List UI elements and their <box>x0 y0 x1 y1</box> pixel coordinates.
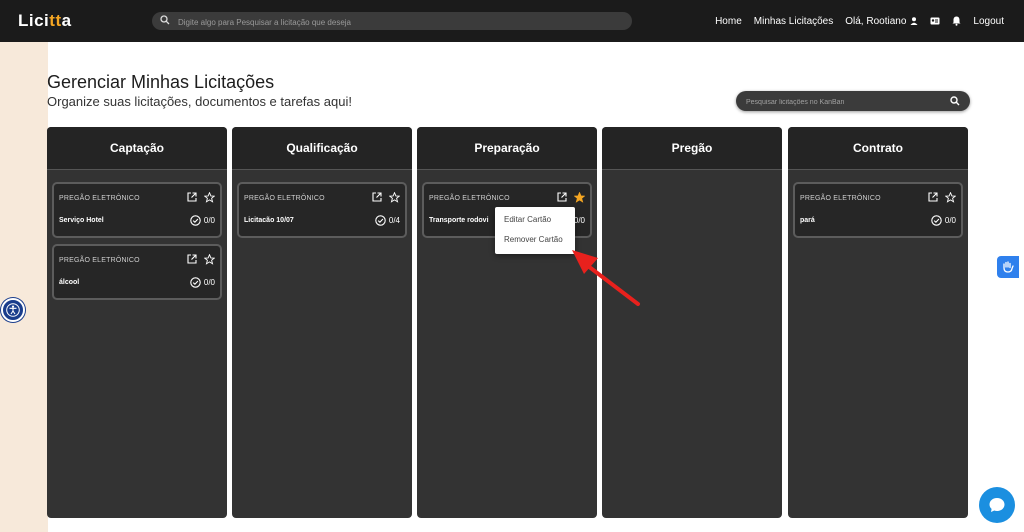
card-type: PREGÃO ELETRÔNICO <box>244 195 325 202</box>
kanban-card[interactable]: PREGÃO ELETRÔNICO álcool 0/0 <box>52 244 222 300</box>
column-title: Pregão <box>602 127 782 170</box>
check-circle-icon <box>190 277 201 288</box>
check-circle-icon <box>190 215 201 226</box>
star-icon[interactable] <box>204 254 215 265</box>
card-title: Licitacão 10/07 <box>244 217 294 224</box>
kanban-column-qualificacao: Qualificação PREGÃO ELETRÔNICO Licitacão… <box>232 127 412 518</box>
external-link-icon[interactable] <box>557 192 567 202</box>
bell-icon <box>952 16 961 26</box>
sign-language-icon <box>1003 261 1014 273</box>
chat-button[interactable] <box>979 487 1015 523</box>
column-title: Preparação <box>417 127 597 170</box>
kanban-card[interactable]: PREGÃO ELETRÔNICO Licitacão 10/07 0/4 <box>237 182 407 238</box>
external-link-icon[interactable] <box>928 192 938 202</box>
kanban-card[interactable]: PREGÃO ELETRÔNICO pará 0/0 <box>793 182 963 238</box>
card-title: Serviço Hotel <box>59 217 104 224</box>
user-greeting: Olá, Rootiano <box>845 15 907 27</box>
id-card-button[interactable] <box>930 17 940 25</box>
external-link-icon[interactable] <box>372 192 382 202</box>
card-title: pará <box>800 217 815 224</box>
page-subtitle: Organize suas licitações, documentos e t… <box>47 94 352 109</box>
star-icon[interactable] <box>945 192 956 203</box>
card-progress: 0/0 <box>203 216 215 225</box>
accessibility-icon <box>6 303 20 317</box>
notifications-button[interactable] <box>952 16 961 26</box>
global-search <box>152 12 632 32</box>
card-type: PREGÃO ELETRÔNICO <box>59 195 140 202</box>
star-icon[interactable] <box>204 192 215 203</box>
chat-icon <box>989 498 1005 512</box>
external-link-icon[interactable] <box>187 254 197 264</box>
nav-home[interactable]: Home <box>715 16 742 27</box>
logo[interactable]: Licitta <box>18 11 72 31</box>
kanban-card[interactable]: PREGÃO ELETRÔNICO Serviço Hotel 0/0 <box>52 182 222 238</box>
kanban-column-preparacao: Preparação PREGÃO ELETRÔNICO Transporte … <box>417 127 597 518</box>
card-type: PREGÃO ELETRÔNICO <box>800 195 881 202</box>
external-link-icon[interactable] <box>187 192 197 202</box>
kanban-search <box>736 91 970 113</box>
page-title: Gerenciar Minhas Licitações <box>47 72 275 92</box>
card-type: PREGÃO ELETRÔNICO <box>59 257 140 264</box>
sign-language-button[interactable] <box>997 256 1019 278</box>
column-title: Contrato <box>788 127 968 170</box>
annotation-arrow <box>572 250 640 306</box>
search-icon[interactable] <box>950 96 960 106</box>
kanban-column-captacao: Captação PREGÃO ELETRÔNICO Serviço Hotel… <box>47 127 227 518</box>
background-shape <box>0 380 40 532</box>
user-icon <box>910 17 918 25</box>
column-title: Qualificação <box>232 127 412 170</box>
kanban-column-contrato: Contrato PREGÃO ELETRÔNICO pará 0/0 <box>788 127 968 518</box>
check-circle-icon <box>931 215 942 226</box>
navbar: Licitta Home Minhas Licitações Olá, Root… <box>0 0 1024 42</box>
accessibility-button[interactable] <box>1 298 25 322</box>
column-title: Captação <box>47 127 227 170</box>
check-circle-icon <box>375 215 386 226</box>
star-icon-filled[interactable] <box>574 192 585 203</box>
nav-user[interactable]: Olá, Rootiano <box>845 16 918 27</box>
kanban-search-input[interactable] <box>744 91 948 113</box>
nav-minhas-licitacoes[interactable]: Minhas Licitações <box>754 16 833 27</box>
star-icon[interactable] <box>389 192 400 203</box>
card-progress: 0/0 <box>203 278 215 287</box>
card-progress: 0/0 <box>573 216 585 225</box>
menu-item-edit-card[interactable]: Editar Cartão <box>495 210 575 230</box>
kanban-column-pregao: Pregão <box>602 127 782 518</box>
nav-logout[interactable]: Logout <box>973 16 1004 27</box>
card-type: PREGÃO ELETRÔNICO <box>429 195 510 202</box>
global-search-input[interactable] <box>176 12 620 32</box>
search-icon <box>160 15 170 25</box>
card-progress: 0/4 <box>388 216 400 225</box>
card-progress: 0/0 <box>944 216 956 225</box>
card-title: Transporte rodovi <box>429 217 489 224</box>
card-title: álcool <box>59 279 80 286</box>
id-card-icon <box>930 17 940 25</box>
